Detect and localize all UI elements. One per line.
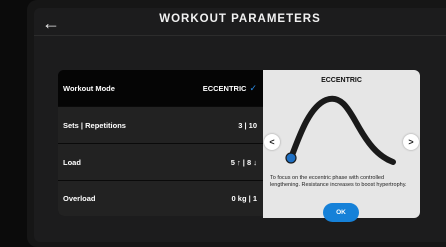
mode-info-card: ECCENTRIC To focus on the eccentric phas…: [263, 70, 420, 222]
load-value: 5 ↑ | 8 ↓: [230, 157, 257, 167]
sets-repetitions-row[interactable]: Sets | Repetitions 3 | 10: [58, 107, 263, 143]
workout-mode-label: Workout Mode: [63, 83, 115, 93]
eccentric-curve-graphic: [285, 95, 396, 165]
overload-label: Overload: [63, 194, 96, 203]
overload-row[interactable]: Overload 0 kg | 1: [58, 181, 263, 216]
workout-mode-value-group: ECCENTRIC ✓: [203, 83, 257, 94]
sets-repetitions-label: Sets | Repetitions: [63, 120, 126, 130]
header-divider: [34, 35, 446, 36]
check-icon: ✓: [249, 82, 257, 93]
page-title: WORKOUT PARAMETERS: [159, 13, 321, 25]
parameters-panel: Workout Mode ECCENTRIC ✓ Sets | Repetiti…: [58, 70, 263, 216]
start-point-marker: [285, 152, 297, 164]
next-mode-button[interactable]: >: [403, 134, 419, 150]
overload-value: 0 kg | 1: [231, 194, 257, 203]
chevron-right-icon: >: [408, 137, 414, 147]
load-row[interactable]: Load 5 ↑ | 8 ↓: [58, 144, 263, 180]
ok-button[interactable]: OK: [323, 203, 359, 222]
chevron-left-icon: <: [269, 137, 275, 147]
mode-description: To focus on the eccentric phase with con…: [270, 175, 407, 189]
sets-repetitions-value: 3 | 10: [238, 120, 257, 130]
workout-mode-row[interactable]: Workout Mode ECCENTRIC ✓: [58, 70, 263, 106]
previous-mode-button[interactable]: <: [264, 134, 280, 150]
load-label: Load: [63, 157, 81, 167]
workout-mode-value: ECCENTRIC: [202, 83, 247, 93]
